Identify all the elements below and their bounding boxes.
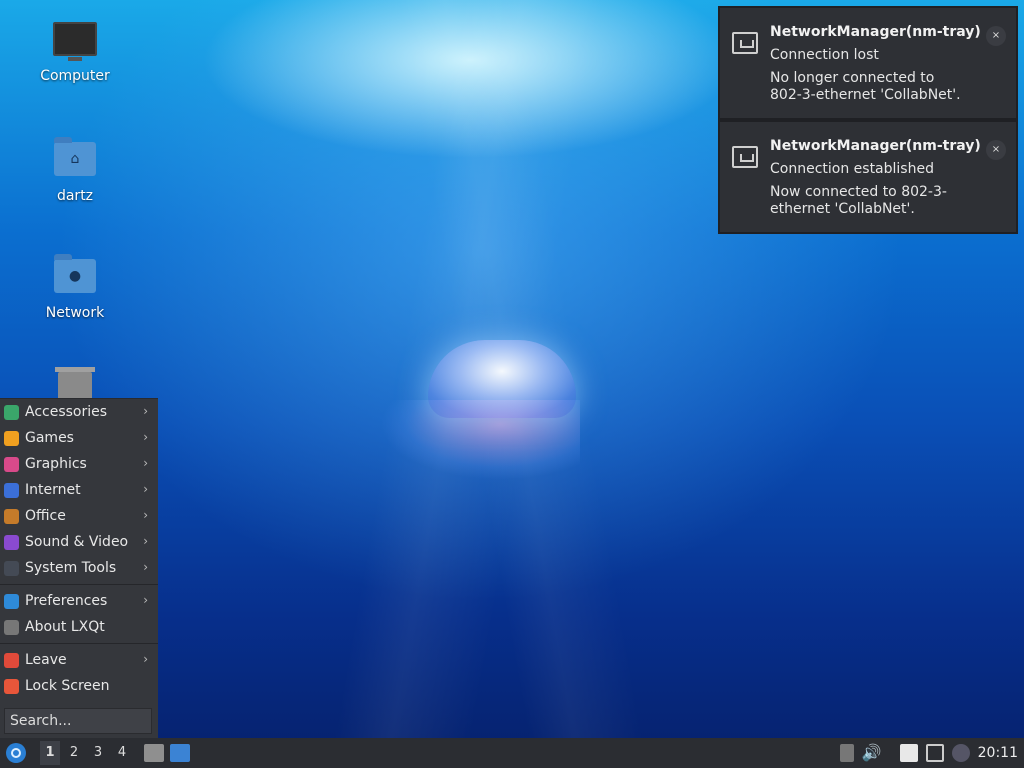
menu-item-leave[interactable]: Leave › — [0, 647, 158, 673]
menu-item-label: Sound & Video — [25, 534, 129, 550]
workspace-1[interactable]: 1 — [40, 741, 60, 765]
chevron-right-icon: › — [143, 482, 148, 496]
file-manager-icon[interactable] — [144, 744, 164, 762]
show-desktop-icon[interactable] — [170, 744, 190, 762]
menu-separator — [0, 643, 158, 644]
accessories-icon — [4, 404, 19, 420]
system-tray: 🔊 20:11 — [839, 738, 1024, 768]
sound-video-icon — [4, 534, 19, 550]
close-icon[interactable]: × — [986, 26, 1006, 46]
workspace-3[interactable]: 3 — [88, 741, 108, 765]
menu-item-system-tools[interactable]: System Tools › — [0, 555, 158, 581]
desktop-icon-network[interactable]: ● Network — [25, 254, 125, 321]
application-menu: Accessories › Games › Graphics › Internet › Offi… — [0, 398, 158, 739]
menu-item-graphics[interactable]: Graphics › — [0, 451, 158, 477]
office-icon — [4, 508, 19, 524]
menu-item-accessories[interactable]: Accessories › — [0, 399, 158, 425]
network-wired-icon[interactable] — [925, 744, 944, 762]
network-folder-icon: ● — [53, 254, 97, 299]
wallpaper-jellyfish — [380, 340, 580, 490]
chevron-right-icon: › — [143, 404, 148, 418]
update-notifier-icon[interactable] — [951, 744, 970, 762]
desktop-icon-label: Network — [45, 305, 105, 321]
games-icon — [4, 430, 19, 446]
menu-item-preferences[interactable]: Preferences › — [0, 588, 158, 614]
menu-item-label: System Tools — [25, 560, 117, 576]
menu-item-sound-video[interactable]: Sound & Video › — [0, 529, 158, 555]
notification-body: No longer connected to 802-3-ethernet 'C… — [770, 70, 961, 103]
home-folder-icon: ⌂ — [53, 137, 97, 182]
chevron-right-icon: › — [143, 593, 148, 607]
chevron-right-icon: › — [143, 652, 148, 666]
clipboard-icon[interactable] — [899, 744, 918, 762]
workspace-4[interactable]: 4 — [112, 741, 132, 765]
notification-body: Now connected to 802-3-ethernet 'CollabN… — [770, 184, 947, 217]
menu-item-internet[interactable]: Internet › — [0, 477, 158, 503]
tray-expand-icon[interactable] — [839, 744, 854, 762]
notification-app: NetworkManager(nm-tray) — [770, 24, 981, 40]
chevron-right-icon: › — [143, 456, 148, 470]
menu-item-label: Lock Screen — [25, 678, 110, 694]
chevron-right-icon: › — [143, 534, 148, 548]
menu-item-games[interactable]: Games › — [0, 425, 158, 451]
desktop-icon-label: dartz — [56, 188, 94, 204]
lock-screen-icon — [4, 678, 19, 694]
about-lxqt-icon — [4, 619, 19, 635]
chevron-right-icon: › — [143, 560, 148, 574]
taskbar: 1 2 3 4 🔊 20:11 — [0, 738, 1024, 768]
menu-item-label: About LXQt — [25, 619, 105, 635]
preferences-icon — [4, 593, 19, 609]
network-wired-icon — [732, 146, 758, 168]
menu-item-label: Leave — [25, 652, 67, 668]
menu-item-lock-screen[interactable]: Lock Screen — [0, 673, 158, 699]
menu-search-input[interactable]: Search... — [4, 708, 152, 734]
menu-item-label: Internet — [25, 482, 81, 498]
menu-item-label: Graphics — [25, 456, 87, 472]
network-wired-icon — [732, 32, 758, 54]
notification-summary: Connection established — [770, 161, 934, 177]
clock[interactable]: 20:11 — [978, 745, 1018, 761]
desktop-icon-computer[interactable]: Computer — [25, 22, 125, 84]
menu-item-label: Games — [25, 430, 74, 446]
chevron-right-icon: › — [143, 430, 148, 444]
menu-item-label: Preferences — [25, 593, 108, 609]
menu-item-label: Office — [25, 508, 66, 524]
desktop-icon-label: Computer — [40, 68, 110, 84]
computer-icon — [53, 22, 97, 62]
menu-item-about-lxqt[interactable]: About LXQt — [0, 614, 158, 640]
start-menu-icon[interactable] — [6, 743, 26, 763]
graphics-icon — [4, 456, 19, 472]
leave-icon — [4, 652, 19, 668]
workspace-2[interactable]: 2 — [64, 741, 84, 765]
volume-icon[interactable]: 🔊 — [862, 744, 882, 762]
close-icon[interactable]: × — [986, 140, 1006, 160]
chevron-right-icon: › — [143, 508, 148, 522]
internet-icon — [4, 482, 19, 498]
notification-app: NetworkManager(nm-tray) — [770, 138, 981, 154]
system-tools-icon — [4, 560, 19, 576]
notification-connection-lost[interactable]: NetworkManager(nm-tray) Connection lost … — [718, 6, 1018, 120]
notification-connection-established[interactable]: NetworkManager(nm-tray) Connection estab… — [718, 120, 1018, 234]
desktop-icon-home[interactable]: ⌂ dartz — [25, 137, 125, 204]
menu-item-label: Accessories — [25, 404, 108, 420]
menu-item-office[interactable]: Office › — [0, 503, 158, 529]
menu-separator — [0, 584, 158, 585]
notification-summary: Connection lost — [770, 47, 879, 63]
